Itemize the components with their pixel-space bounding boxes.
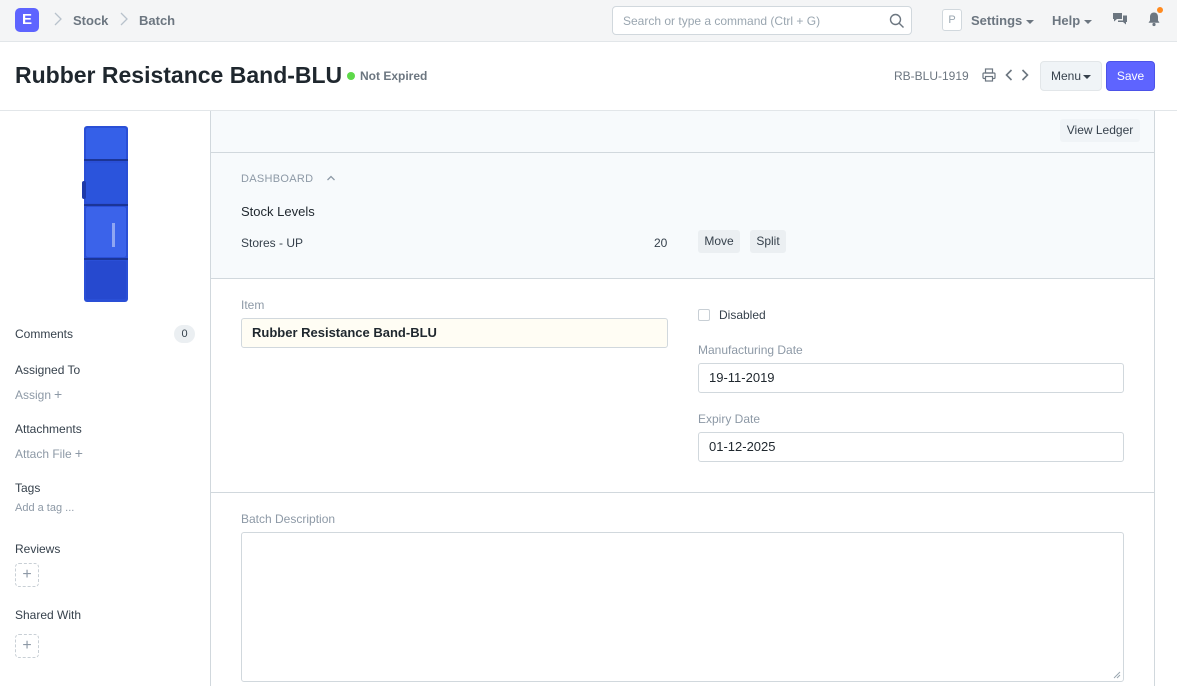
item-image[interactable] (82, 125, 130, 303)
save-button[interactable]: Save (1106, 61, 1155, 91)
plus-icon: + (22, 637, 32, 654)
dashboard-section: DASHBOARD Stock Levels Stores - UP 20 Mo… (211, 153, 1154, 279)
comments-count-badge: 0 (174, 325, 195, 343)
batch-description-textarea[interactable] (241, 532, 1124, 682)
chevron-right-icon (54, 12, 62, 26)
manufacturing-date-label: Manufacturing Date (698, 343, 803, 357)
expiry-date-label: Expiry Date (698, 412, 761, 426)
caret-down-icon (1084, 19, 1093, 24)
form-toolbar: View Ledger (211, 111, 1154, 153)
attach-file-text: Attach File (15, 447, 72, 461)
plus-icon: + (22, 566, 32, 583)
settings-menu[interactable]: Settings (971, 13, 1035, 28)
chat-icon[interactable] (1112, 11, 1128, 27)
section-divider (211, 492, 1154, 493)
assigned-to-label: Assigned To (15, 363, 81, 377)
caret-down-icon (1083, 74, 1092, 79)
app-logo[interactable]: E (15, 8, 39, 32)
help-label: Help (1052, 13, 1081, 28)
status-text: Not Expired (360, 69, 428, 83)
add-share-button[interactable]: + (15, 634, 39, 658)
attachments-label: Attachments (15, 422, 82, 436)
form-main: View Ledger DASHBOARD Stock Levels Store… (210, 111, 1155, 686)
expiry-date-field[interactable]: 01-12-2025 (698, 432, 1124, 462)
reviews-label: Reviews (15, 542, 61, 556)
menu-button[interactable]: Menu (1040, 61, 1102, 91)
search-placeholder: Search or type a command (Ctrl + G) (623, 14, 821, 28)
breadcrumb-batch[interactable]: Batch (139, 13, 175, 28)
disabled-checkbox-label[interactable]: Disabled (719, 308, 766, 322)
status-dot (347, 72, 355, 80)
item-field[interactable]: Rubber Resistance Band-BLU (241, 318, 668, 348)
stock-levels-title: Stock Levels (241, 204, 315, 219)
search-input[interactable]: Search or type a command (Ctrl + G) (612, 6, 912, 35)
notification-dot (1157, 7, 1163, 13)
shared-with-label: Shared With (15, 608, 82, 622)
manufacturing-date-field[interactable]: 19-11-2019 (698, 363, 1124, 393)
view-ledger-button[interactable]: View Ledger (1060, 119, 1140, 142)
split-button[interactable]: Split (750, 230, 786, 253)
chevron-right-icon[interactable] (1018, 68, 1032, 82)
chevron-up-icon[interactable] (326, 173, 336, 183)
disabled-checkbox[interactable] (698, 309, 710, 321)
dashboard-title[interactable]: DASHBOARD (241, 173, 313, 185)
menu-button-label: Menu (1050, 69, 1082, 83)
breadcrumb-stock[interactable]: Stock (73, 13, 108, 28)
item-field-label: Item (241, 298, 265, 312)
resize-grip-icon[interactable] (1113, 671, 1121, 679)
caret-down-icon (1026, 19, 1035, 24)
assign-link-text: Assign (15, 388, 52, 402)
tags-label: Tags (15, 481, 41, 495)
comments-label[interactable]: Comments (15, 327, 73, 341)
search-icon (889, 13, 904, 28)
plus-icon: + (54, 386, 63, 402)
attach-file-link[interactable]: Attach File + (15, 445, 83, 461)
user-avatar[interactable]: P (942, 9, 962, 31)
add-tag-link[interactable]: Add a tag ... (15, 502, 74, 514)
assign-link[interactable]: Assign + (15, 386, 62, 402)
status-indicator: Not Expired (347, 69, 427, 83)
chevron-left-icon[interactable] (1002, 68, 1016, 82)
bell-icon[interactable] (1146, 11, 1162, 27)
document-id: RB-BLU-1919 (894, 69, 969, 83)
page-title: Rubber Resistance Band-BLU (15, 62, 343, 88)
warehouse-qty: 20 (654, 236, 668, 250)
add-review-button[interactable]: + (15, 563, 39, 587)
navbar: E Stock Batch Search or type a command (… (0, 0, 1177, 42)
move-button[interactable]: Move (698, 230, 740, 253)
plus-icon: + (74, 445, 83, 461)
chevron-right-icon (120, 12, 128, 26)
print-icon[interactable] (982, 68, 996, 82)
settings-label: Settings (971, 13, 1023, 28)
batch-description-label: Batch Description (241, 512, 336, 526)
warehouse-name: Stores - UP (241, 236, 304, 250)
help-menu[interactable]: Help (1052, 13, 1093, 28)
